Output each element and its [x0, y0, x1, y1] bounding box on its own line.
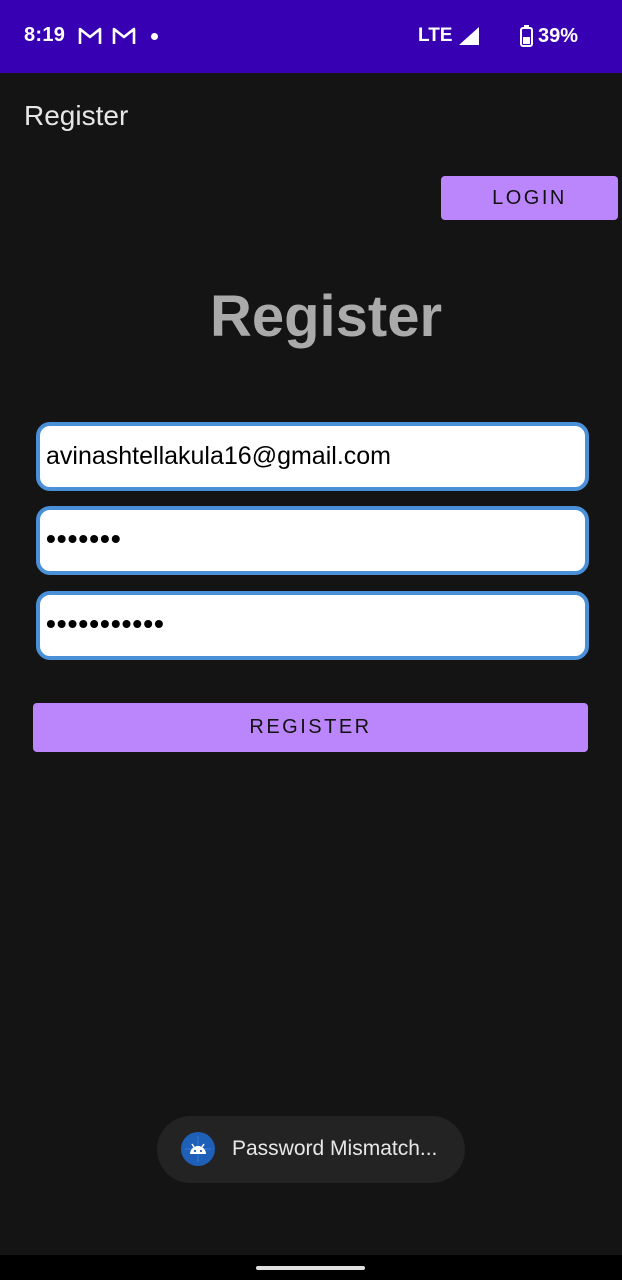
toast-message: Password Mismatch... — [232, 1137, 438, 1160]
network-type: LTE — [418, 25, 453, 46]
home-handle[interactable] — [256, 1266, 365, 1270]
navigation-bar — [0, 1255, 622, 1280]
battery-percentage: 39% — [538, 25, 579, 47]
login-button[interactable]: LOGIN — [441, 176, 618, 220]
register-button[interactable]: REGISTER — [33, 703, 588, 752]
toast: Password Mismatch... — [157, 1116, 465, 1183]
password-value: ••••••• — [46, 522, 122, 554]
email-field[interactable]: avinashtellakula16@gmail.com — [36, 422, 589, 491]
page-heading: Register — [209, 284, 443, 349]
status-time: 8:19 — [24, 24, 66, 46]
android-icon — [181, 1132, 215, 1166]
gmail-icon — [78, 27, 102, 44]
battery-icon — [520, 25, 533, 47]
gmail-icon — [112, 27, 136, 44]
password-field[interactable]: ••••••• — [36, 506, 589, 575]
status-bar: 8:19 LTE 39% — [0, 0, 622, 73]
email-value: avinashtellakula16@gmail.com — [46, 442, 391, 470]
signal-icon — [459, 27, 479, 45]
app-bar-title: Register — [24, 100, 129, 131]
notification-dot-icon — [151, 33, 158, 40]
confirm-password-value: ••••••••••• — [46, 607, 165, 639]
confirm-password-field[interactable]: ••••••••••• — [36, 591, 589, 660]
